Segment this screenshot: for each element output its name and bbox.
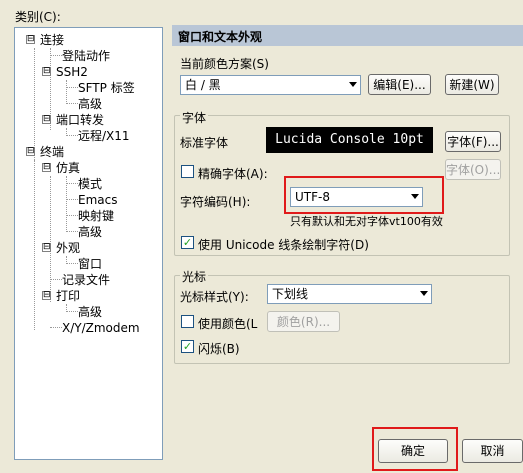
font-button[interactable]: 字体(F)... [445,131,501,152]
tree-item-window[interactable]: 窗口 [78,257,102,271]
precise-font-checkbox[interactable] [181,165,194,178]
use-color-checkbox[interactable] [181,315,194,328]
tree-item-emacs[interactable]: Emacs [78,193,117,207]
highlight-box [284,176,444,214]
chevron-down-icon [349,82,357,87]
tree-item-emulation[interactable]: 仿真 [56,161,80,175]
collapse-icon[interactable]: ⊟ [42,291,51,300]
encoding-label: 字符编码(H): [180,195,251,209]
encoding-note: 只有默认和无对字体vt100有效 [290,215,443,228]
collapse-icon[interactable]: ⊟ [42,67,51,76]
tree-item-terminal[interactable]: 终端 [40,145,64,159]
tree-item-remote-x11[interactable]: 远程/X11 [78,129,130,143]
tree-item-connection[interactable]: 连接 [40,33,64,47]
cursor-style-label: 光标样式(Y): [180,290,249,304]
tree-item-log-file[interactable]: 记录文件 [62,273,110,287]
new-scheme-button[interactable]: 新建(W) [445,74,499,95]
panel-title: 窗口和文本外观 [172,25,523,46]
unicode-line-drawing-label: 使用 Unicode 线条绘制字符(D) [198,238,369,252]
cursor-style-select[interactable]: 下划线 [267,284,432,304]
cursor-group-label: 光标 [180,268,209,285]
tree-item-printing-advanced[interactable]: 高级 [78,305,102,319]
unicode-line-drawing-checkbox[interactable]: ✓ [181,236,194,249]
edit-scheme-button[interactable]: 编辑(E)... [368,74,431,95]
tree-item-xyzmodem[interactable]: X/Y/Zmodem [62,321,140,335]
collapse-icon[interactable]: ⊟ [26,147,35,156]
collapse-icon[interactable]: ⊟ [42,243,51,252]
tree-item-ssh2-advanced[interactable]: 高级 [78,97,102,111]
font-group-label: 字体 [180,109,209,126]
collapse-icon[interactable]: ⊟ [42,163,51,172]
standard-font-label: 标准字体 [180,136,229,150]
color-scheme-select[interactable]: 白 / 黑 [180,75,361,95]
tree-item-appearance[interactable]: 外观 [56,241,80,255]
use-color-label: 使用颜色(L [198,317,258,331]
precise-font-label: 精确字体(A): [198,167,268,181]
highlight-box [372,427,458,471]
precise-font-button[interactable]: 字体(O)... [445,159,501,180]
tree-item-modes[interactable]: 模式 [78,177,102,191]
blink-checkbox[interactable]: ✓ [181,340,194,353]
tree-item-keymap[interactable]: 映射键 [78,209,114,223]
color-scheme-value: 白 / 黑 [185,78,221,92]
collapse-icon[interactable]: ⊟ [42,115,51,124]
category-label: 类别(C): [15,10,61,24]
tree-item-emulation-advanced[interactable]: 高级 [78,225,102,239]
collapse-icon[interactable]: ⊟ [26,35,35,44]
tree-item-ssh2[interactable]: SSH2 [56,65,88,79]
color-scheme-label: 当前颜色方案(S) [180,57,269,71]
tree-item-port-forwarding[interactable]: 端口转发 [56,113,104,127]
tree-item-login-actions[interactable]: 登陆动作 [62,49,110,63]
cancel-button[interactable]: 取消 [462,439,523,463]
font-preview: Lucida Console 10pt [266,127,433,153]
category-tree[interactable]: ⊟ 连接 登陆动作 ⊟ SSH2 SFTP 标签 高级 ⊟ 端口转发 远程/X1… [14,27,163,460]
chevron-down-icon [420,291,428,296]
blink-label: 闪烁(B) [198,342,240,356]
cursor-color-button[interactable]: 颜色(R)... [267,311,340,332]
tree-item-sftp-tab[interactable]: SFTP 标签 [78,81,135,95]
tree-item-printing[interactable]: 打印 [56,289,80,303]
cursor-style-value: 下划线 [272,287,309,301]
